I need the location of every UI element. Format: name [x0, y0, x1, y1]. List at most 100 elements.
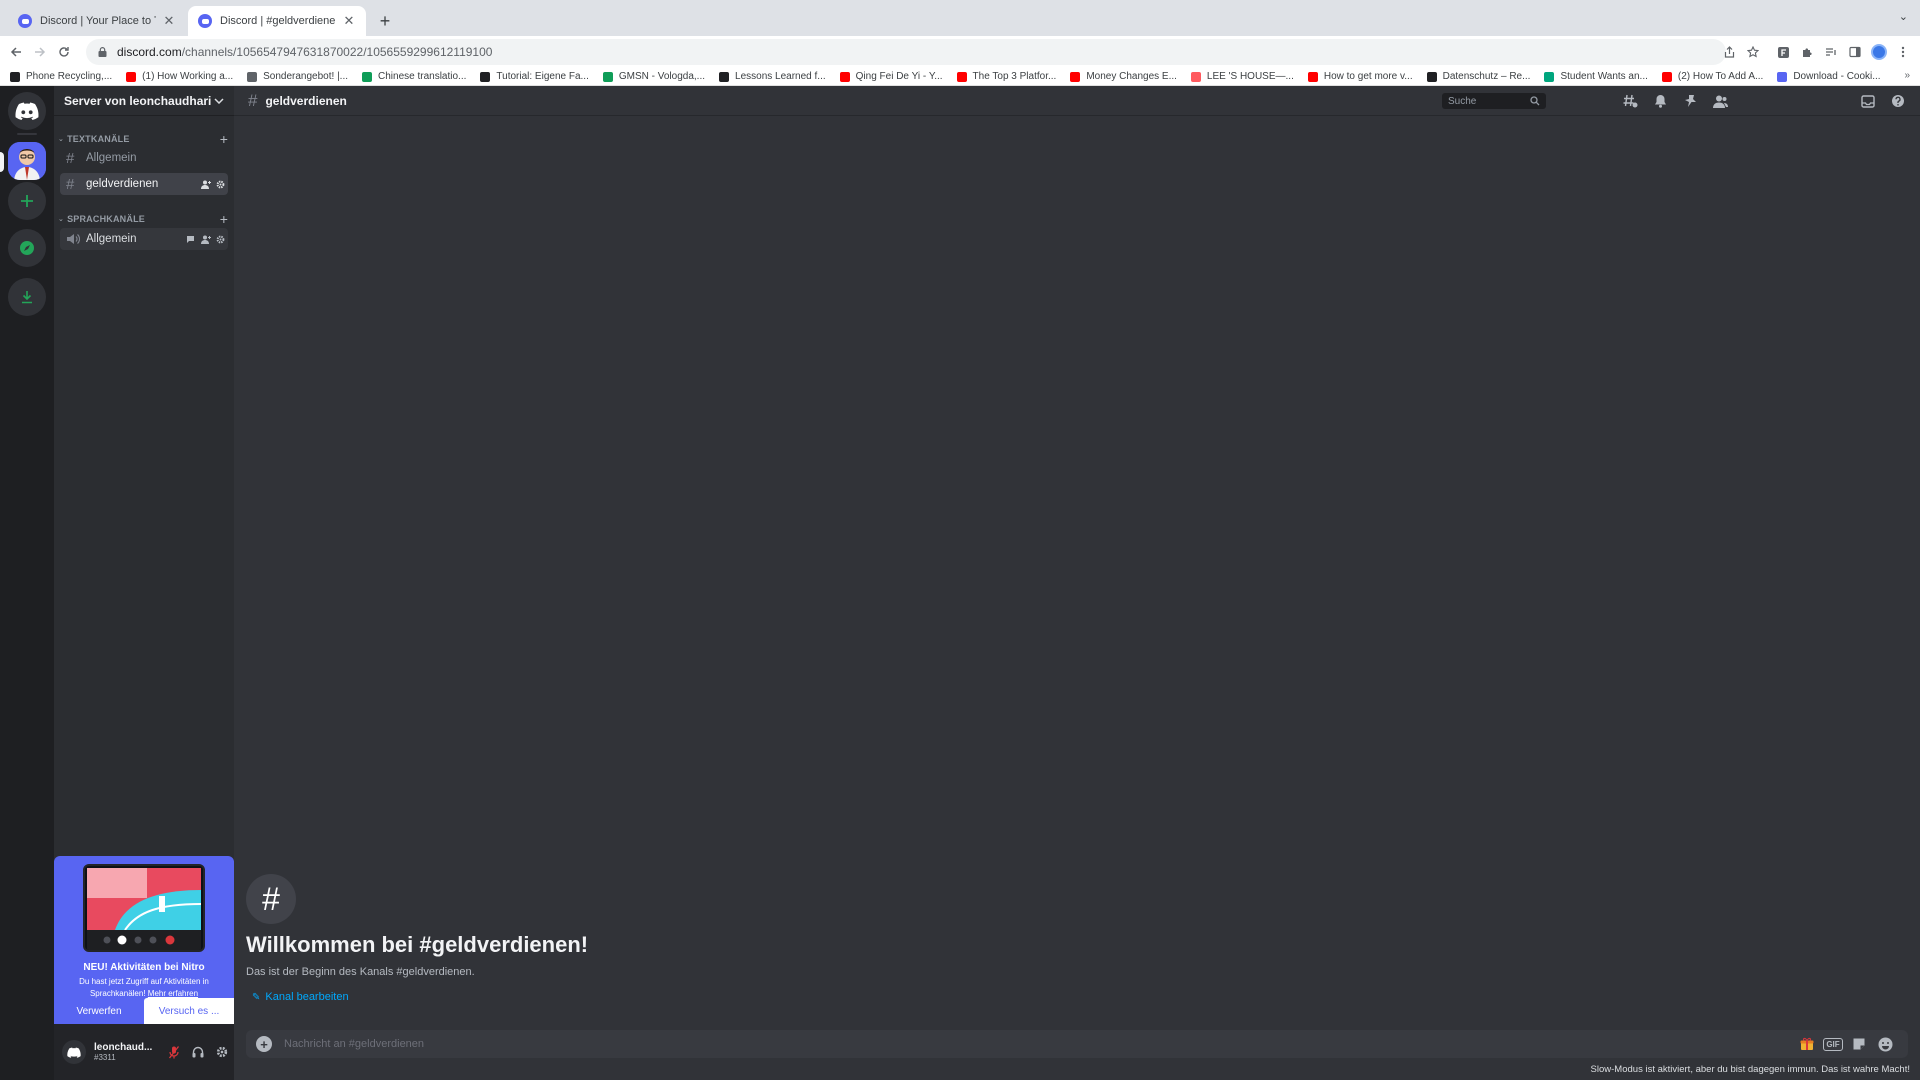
lock-icon [98, 47, 107, 57]
side-panel-icon[interactable] [1844, 40, 1866, 64]
bookmark-item[interactable]: Download - Cooki... [1777, 71, 1881, 82]
category-voice-channels[interactable]: ⌄ SPRACHKANÄLE + [54, 211, 234, 227]
share-icon[interactable] [1718, 40, 1740, 64]
browser-menu-icon[interactable] [1892, 40, 1914, 64]
gif-icon: GIF [1823, 1037, 1843, 1051]
pencil-icon: ✎ [252, 991, 261, 1003]
bookmark-item[interactable]: (2) How To Add A... [1661, 71, 1763, 82]
channel-welcome-hashtag-icon: # [246, 874, 296, 924]
deafen-button[interactable] [186, 1040, 210, 1064]
bookmark-label: How to get more v... [1323, 71, 1413, 82]
bookmark-favicon-icon [1661, 71, 1672, 82]
user-settings-button[interactable] [210, 1040, 234, 1064]
message-composer: + GIF [246, 1030, 1908, 1058]
emoji-smile-icon [1878, 1037, 1892, 1051]
sticker-picker-button[interactable] [1846, 1034, 1872, 1054]
bookmark-label: Money Changes E... [1086, 71, 1177, 82]
bookmark-item[interactable]: How to get more v... [1307, 71, 1413, 82]
pinned-messages-icon[interactable] [1680, 92, 1700, 110]
tab-close-icon[interactable]: ✕ [162, 13, 176, 29]
member-list-icon[interactable] [1710, 92, 1730, 110]
invite-member-icon[interactable] [198, 177, 213, 191]
new-tab-button[interactable]: + [373, 9, 397, 33]
channel-settings-gear-icon[interactable] [213, 232, 228, 246]
bookmark-item[interactable]: Phone Recycling,... [10, 71, 112, 82]
address-bar[interactable]: discord.com/channels/1056547947631870022… [86, 39, 1726, 65]
gift-nitro-button[interactable] [1794, 1034, 1820, 1054]
gift-icon [1800, 1037, 1814, 1050]
create-text-channel-icon[interactable]: + [214, 131, 234, 147]
extension-f-icon[interactable] [1772, 40, 1794, 64]
bookmark-item[interactable]: Lessons Learned f... [719, 71, 826, 82]
server-header[interactable]: Server von leonchaudhari [54, 86, 234, 116]
discord-favicon-icon [18, 14, 32, 28]
search-input[interactable] [1448, 95, 1530, 107]
edit-channel-link[interactable]: ✎ Kanal bearbeiten [252, 991, 349, 1003]
bookmark-star-icon[interactable] [1742, 40, 1764, 64]
inbox-icon[interactable] [1858, 92, 1878, 110]
media-playlist-icon[interactable] [1820, 40, 1842, 64]
bookmark-item[interactable]: Chinese translatio... [362, 71, 466, 82]
tab-close-icon[interactable]: ✕ [342, 13, 356, 29]
caret-down-icon: ⌄ [58, 136, 65, 143]
bookmark-item[interactable]: LEE 'S HOUSE—... [1190, 71, 1294, 82]
hashtag-icon: # [66, 149, 75, 167]
bookmark-item[interactable]: (1) How Working a... [126, 71, 233, 82]
browser-tab-geldverdienen[interactable]: Discord | #geldverdienen | Server von le… [188, 6, 366, 36]
help-icon[interactable] [1888, 92, 1908, 110]
message-input[interactable] [284, 1038, 1794, 1050]
channel-settings-gear-icon[interactable] [213, 177, 228, 191]
profile-avatar-icon[interactable] [1868, 40, 1890, 64]
search-box[interactable] [1442, 93, 1546, 109]
channel-item-allgemein[interactable]: # Allgemein [60, 147, 228, 169]
tab-title: Discord | #geldverdienen | Server von le… [220, 15, 336, 27]
back-button[interactable] [4, 40, 28, 64]
download-apps-button[interactable] [8, 278, 46, 316]
forward-button[interactable] [28, 40, 52, 64]
bookmark-item[interactable]: Money Changes E... [1070, 71, 1177, 82]
reload-button[interactable] [52, 40, 76, 64]
bookmark-favicon-icon [362, 71, 373, 82]
bookmark-item[interactable]: The Top 3 Platfor... [956, 71, 1056, 82]
user-info[interactable]: leonchaud... #3311 [94, 1042, 162, 1062]
threads-icon[interactable] [1620, 92, 1640, 110]
bookmark-item[interactable]: Sonderangebot! |... [247, 71, 348, 82]
bookmark-favicon-icon [480, 71, 491, 82]
bookmark-favicon-icon [839, 71, 850, 82]
server-icon-leonchaudhari[interactable] [8, 142, 46, 180]
attach-plus-icon[interactable]: + [256, 1036, 272, 1052]
learn-more-link[interactable]: Mehr erfahren [148, 989, 198, 998]
bookmark-item[interactable]: Datenschutz – Re... [1426, 71, 1530, 82]
bookmark-favicon-icon [956, 71, 967, 82]
user-avatar[interactable] [62, 1040, 86, 1064]
bookmarks-overflow-icon[interactable]: » [1904, 70, 1910, 81]
mute-microphone-button[interactable] [162, 1040, 186, 1064]
add-server-button[interactable] [8, 182, 46, 220]
create-voice-channel-icon[interactable]: + [214, 211, 234, 227]
arrow-right-icon [35, 47, 46, 57]
bookmark-item[interactable]: Qing Fei De Yi - Y... [839, 71, 943, 82]
extensions-puzzle-icon[interactable] [1796, 40, 1818, 64]
invite-member-icon[interactable] [198, 232, 213, 246]
voice-channel-item-allgemein[interactable]: Allgemein [60, 228, 228, 250]
gif-picker-button[interactable]: GIF [1820, 1034, 1846, 1054]
bookmark-item[interactable]: Tutorial: Eigene Fa... [480, 71, 589, 82]
bookmark-item[interactable]: Student Wants an... [1544, 71, 1648, 82]
explore-servers-button[interactable] [8, 229, 46, 267]
discord-favicon-icon [198, 14, 212, 28]
channel-label: Allgemein [86, 233, 137, 245]
microphone-muted-icon [169, 1045, 179, 1058]
channel-item-geldverdienen[interactable]: # geldverdienen [60, 173, 228, 195]
headphones-icon [192, 1046, 204, 1058]
bookmark-item[interactable]: GMSN - Vologda,... [602, 71, 705, 82]
category-text-channels[interactable]: ⌄ TEXTKANÄLE + [54, 131, 234, 147]
open-chat-icon[interactable] [183, 232, 198, 246]
home-button[interactable] [8, 92, 46, 130]
emoji-picker-button[interactable] [1872, 1034, 1898, 1054]
notification-bell-icon[interactable] [1650, 92, 1670, 110]
dismiss-button[interactable]: Verwerfen [54, 998, 144, 1024]
tab-search-chevron-icon[interactable]: ⌄ [1899, 10, 1908, 23]
browser-tab-discord-home[interactable]: Discord | Your Place to Talk and Hang Ou… [8, 6, 186, 36]
bookmark-label: LEE 'S HOUSE—... [1206, 71, 1294, 82]
try-it-button[interactable]: Versuch es ... [144, 998, 234, 1024]
